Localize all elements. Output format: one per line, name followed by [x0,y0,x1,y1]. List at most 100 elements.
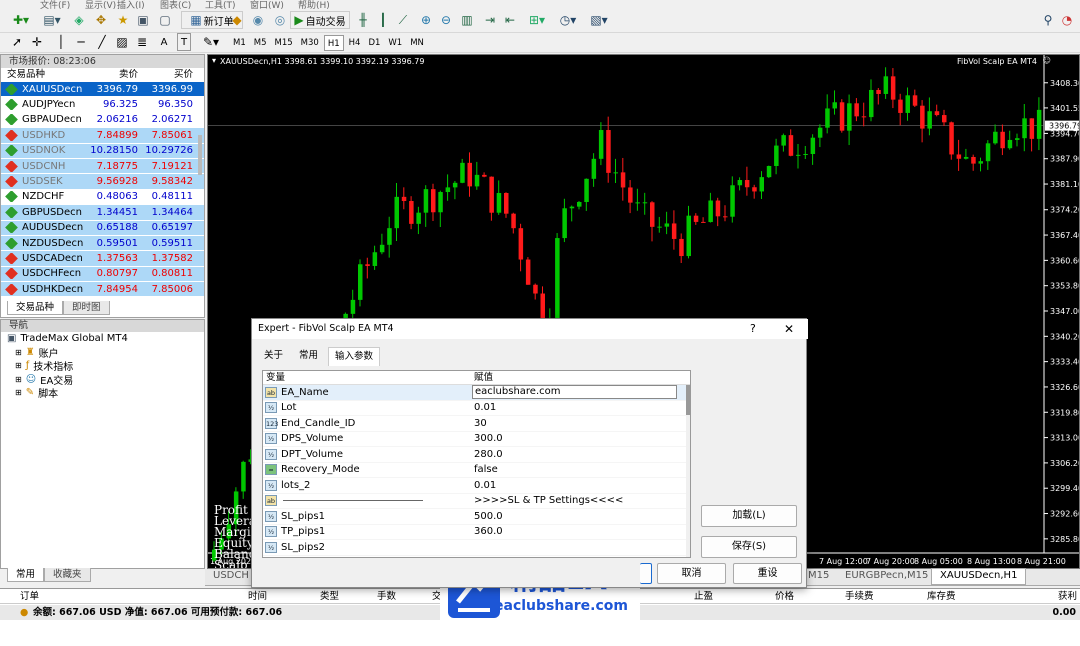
market-row[interactable]: USDCNH 7.18775 7.19121 [1,158,204,175]
chart-tab[interactable]: EURGBPecn,M15 [845,570,928,581]
menu-help[interactable]: 帮助(H) [298,0,330,11]
menu-charts[interactable]: 图表(C) [160,0,191,11]
terminal-icon[interactable]: ▣ [134,11,152,29]
param-row[interactable]: 123 End_Candle_ID 30 [263,416,690,432]
param-row[interactable]: ≈ Recovery_Mode false [263,463,690,478]
menu-insert[interactable]: 插入(I) [117,0,145,11]
col-time[interactable]: 时间 [248,589,267,604]
param-row[interactable]: ½ lots_2 0.01 [263,478,690,494]
market-row[interactable]: NZDUSDecn 0.59501 0.59511 [1,235,204,252]
param-value[interactable]: 360.0 [472,526,677,537]
navigator-item-indicators[interactable]: ⊞ ƒ 技术指标 [1,359,204,373]
autoscroll-icon[interactable]: ⇥ [481,11,499,29]
menu-view[interactable]: 显示(V) [85,0,116,11]
param-value[interactable]: false [472,464,677,475]
market-watch-scrollbar[interactable] [198,135,202,175]
profiles-icon[interactable]: ▤▾ [38,11,66,29]
navigator-item-experts[interactable]: ⊞ ☺ EA交易 [1,373,204,387]
menu-file[interactable]: 文件(F) [40,0,70,11]
market-row[interactable]: XAUUSDecn 3396.79 3396.99 [1,82,204,98]
col-commission[interactable]: 手续费 [845,589,874,604]
col-profit[interactable]: 获利 [1058,589,1077,604]
timeframe-m1[interactable]: M1 [230,35,249,51]
bar-chart-icon[interactable]: ╫ [354,11,372,29]
tab-common[interactable]: 常用 [7,568,45,582]
param-row[interactable]: ½ DPT_Volume 280.0 [263,447,690,463]
load-button[interactable]: 加载(L) [701,505,797,527]
expand-icon[interactable]: ⊞ [15,388,22,397]
timeframe-m30[interactable]: M30 [298,35,322,51]
periods-icon[interactable]: ◷▾ [555,11,581,29]
trendline-icon[interactable]: ╱ [95,33,109,51]
navigator-root[interactable]: ▣ TradeMax Global MT4 [1,332,204,346]
param-row[interactable]: ab EA_Name eaclubshare.com [263,385,690,401]
tile-windows-icon[interactable]: ▥ [458,11,476,29]
tab-about[interactable]: 关于 [258,347,289,366]
param-row[interactable]: ½ DPS_Volume 300.0 [263,432,690,447]
hline-icon[interactable]: ─ [74,33,88,51]
market-row[interactable]: AUDJPYecn 96.325 96.350 [1,97,204,113]
param-value[interactable]: eaclubshare.com [472,385,677,400]
chart-tab[interactable]: USDCH [213,570,249,581]
chart-tab[interactable]: M15 [808,570,829,581]
cancel-button[interactable]: 取消 [657,563,726,584]
zoom-out-icon[interactable]: ⊖ [437,11,455,29]
param-row[interactable]: ab >>>>SL & TP Settings<<<< [263,494,690,509]
market-row[interactable]: USDCADecn 1.37563 1.37582 [1,251,204,267]
grid-scrollbar[interactable] [686,385,690,557]
notifications-icon[interactable]: ◔ [1058,11,1076,29]
timeframe-d1[interactable]: D1 [365,35,383,51]
market-row[interactable]: AUDUSDecn 0.65188 0.65197 [1,220,204,236]
cursor-icon[interactable]: ➚ [10,33,24,51]
ok-button[interactable] [640,563,652,584]
menu-tools[interactable]: 工具(T) [205,0,236,11]
navigator-item-scripts[interactable]: ⊞ ✎ 脚本 [1,386,204,400]
col-symbol[interactable]: 交易品种 [1,68,86,82]
col-bid[interactable]: 卖价 [86,68,140,82]
timeframe-mn[interactable]: MN [407,35,427,51]
col-value[interactable]: 赋值 [472,371,677,384]
expand-icon[interactable]: ⊞ [15,361,22,370]
save-button[interactable]: 保存(S) [701,536,797,558]
fibo-icon[interactable]: ≣ [135,33,149,51]
timeframe-m15[interactable]: M15 [272,35,296,51]
market-row[interactable]: USDHKDecn 7.84954 7.85006 [1,282,204,298]
param-value[interactable]: 500.0 [472,511,677,522]
signals-icon[interactable]: ◎ [271,11,289,29]
param-value[interactable]: 30 [472,418,677,429]
navigator-item-accounts[interactable]: ⊞ ♜ 账户 [1,346,204,360]
tab-inputs[interactable]: 输入参数 [328,347,381,366]
market-watch-icon[interactable]: ◈ [70,11,88,29]
market-row[interactable]: USDNOK 10.28150 10.29726 [1,143,204,159]
menu-window[interactable]: 窗口(W) [250,0,284,11]
timeframe-m5[interactable]: M5 [251,35,270,51]
param-value[interactable]: 300.0 [472,433,677,444]
help-button[interactable]: ? [750,319,756,339]
col-ask[interactable]: 买价 [140,68,195,82]
shapes-icon[interactable]: ✎▾ [200,33,222,51]
indicators-icon[interactable]: ⊞▾ [524,11,550,29]
line-chart-icon[interactable]: ⟋ [394,11,412,29]
text-label-icon[interactable]: T [177,33,191,51]
templates-icon[interactable]: ▧▾ [585,11,613,29]
market-row[interactable]: GBPUSDecn 1.34451 1.34464 [1,205,204,221]
search-icon[interactable]: ⚲ [1040,11,1056,29]
tester-icon[interactable]: ▢ [156,11,174,29]
col-price[interactable]: 价格 [775,589,794,604]
col-swap[interactable]: 库存费 [927,589,956,604]
col-order[interactable]: 订单 [20,589,39,604]
reset-button[interactable]: 重设 [733,563,802,584]
metaeditor-icon[interactable]: ◆ [228,11,246,29]
options-icon[interactable]: ◉ [249,11,267,29]
vline-icon[interactable]: │ [54,33,68,51]
data-window-icon[interactable]: ✥ [92,11,110,29]
market-row[interactable]: USDSEK 9.56928 9.58342 [1,174,204,190]
channel-icon[interactable]: ▨ [115,33,129,51]
col-tp[interactable]: 止盈 [694,589,713,604]
zoom-in-icon[interactable]: ⊕ [417,11,435,29]
close-button[interactable]: ✕ [784,319,794,339]
tab-common[interactable]: 常用 [293,347,324,366]
param-row[interactable]: ½ Lot 0.01 [263,401,690,416]
new-chart-icon[interactable]: ✚▾ [6,11,36,29]
timeframe-h4[interactable]: H4 [346,35,364,51]
